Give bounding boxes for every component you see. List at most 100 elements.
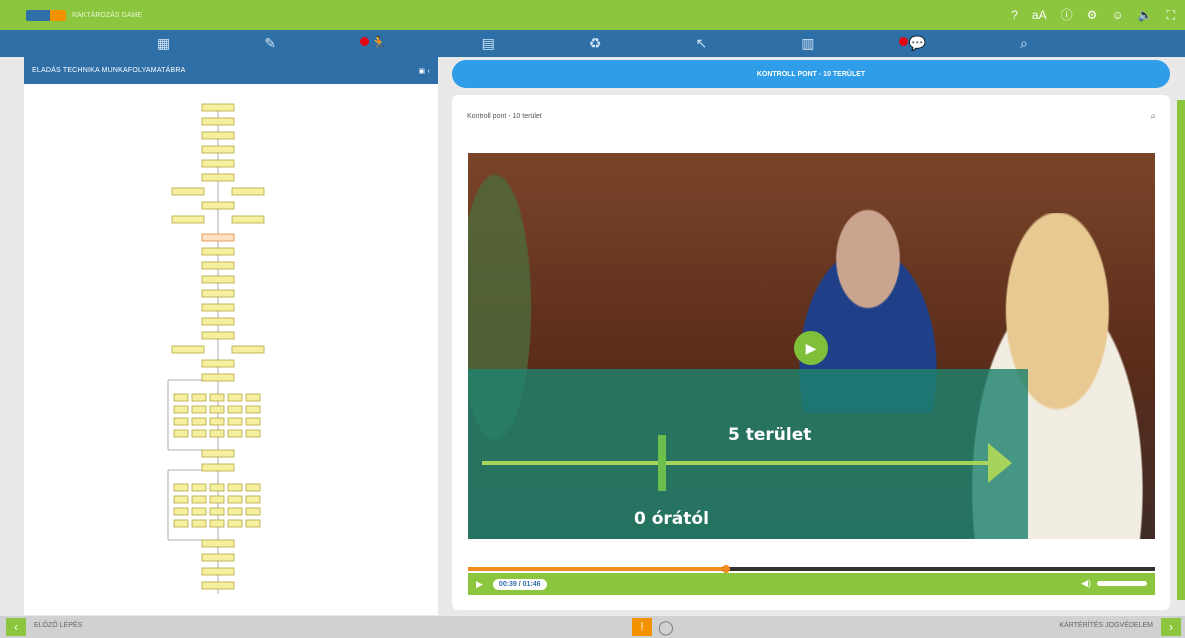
flowchart-node[interactable] [171, 187, 205, 196]
flowchart-node[interactable] [245, 519, 261, 528]
fullscreen-icon[interactable]: ⛶ [1167, 8, 1175, 22]
flowchart-node[interactable] [201, 539, 235, 548]
document-icon[interactable]: ▤ [482, 35, 495, 52]
flowchart-node[interactable] [231, 187, 265, 196]
flowchart-node[interactable] [227, 483, 243, 492]
flowchart-node[interactable] [201, 233, 235, 242]
user-icon[interactable]: ☺ [1111, 8, 1123, 22]
flowchart-node[interactable] [191, 393, 207, 402]
flowchart-node[interactable] [173, 429, 189, 438]
flowchart-node[interactable] [201, 145, 235, 154]
flowchart-node[interactable] [171, 215, 205, 224]
flowchart-node[interactable] [191, 483, 207, 492]
flowchart-node[interactable] [201, 159, 235, 168]
collapse-panel-icon[interactable]: ▣ ‹ [419, 67, 431, 75]
control-play-icon[interactable]: ▶ [476, 579, 483, 590]
recycle-icon[interactable]: ♻ [589, 35, 602, 52]
flowchart-node[interactable] [245, 405, 261, 414]
flowchart-node[interactable] [173, 405, 189, 414]
font-size-icon[interactable]: aA [1032, 8, 1047, 22]
flowchart-node[interactable] [191, 519, 207, 528]
video-player[interactable]: 5 terület 0 órától ▶ [468, 153, 1155, 539]
flowchart-node[interactable] [201, 103, 235, 112]
next-step-label[interactable]: KÁRTÉRÍTÉS JOGVÉDELEM [1059, 622, 1153, 629]
flowchart-node[interactable] [201, 173, 235, 182]
flowchart-node[interactable] [245, 507, 261, 516]
volume-slider[interactable] [1097, 581, 1147, 586]
flowchart-node[interactable] [227, 519, 243, 528]
flowchart-node[interactable] [227, 405, 243, 414]
flowchart-node[interactable] [201, 553, 235, 562]
scrollbar[interactable] [1177, 100, 1185, 600]
comment-icon[interactable]: ◯ [658, 619, 674, 636]
flowchart-node[interactable] [231, 215, 265, 224]
flowchart-node[interactable] [191, 495, 207, 504]
prev-step-button[interactable]: ‹ [6, 618, 26, 636]
flowchart-node[interactable] [227, 429, 243, 438]
flowchart-node[interactable] [201, 131, 235, 140]
flowchart-node[interactable] [201, 247, 235, 256]
edit-icon[interactable]: ✎ [264, 35, 276, 52]
flowchart-node[interactable] [227, 507, 243, 516]
zoom-icon[interactable]: ⌕ [1150, 111, 1156, 122]
flowchart-node[interactable] [209, 495, 225, 504]
flowchart-node[interactable] [245, 429, 261, 438]
flowchart-node[interactable] [209, 483, 225, 492]
flowchart-node[interactable] [201, 303, 235, 312]
runner-icon[interactable]: 🏃 [360, 35, 388, 52]
settings-icon[interactable]: ⚙ [1087, 8, 1098, 22]
flowchart-node[interactable] [191, 429, 207, 438]
flowchart-node[interactable] [227, 495, 243, 504]
flowchart-node[interactable] [173, 495, 189, 504]
flowchart-node[interactable] [201, 373, 235, 382]
flowchart-node[interactable] [173, 507, 189, 516]
flowchart-node[interactable] [201, 463, 235, 472]
cursor-icon[interactable]: ↖ [695, 35, 707, 52]
alert-icon[interactable]: ! [632, 618, 652, 636]
flowchart-node[interactable] [209, 519, 225, 528]
next-step-button[interactable]: › [1161, 618, 1181, 636]
flowchart-node[interactable] [201, 275, 235, 284]
chart-icon[interactable]: ▥ [801, 35, 814, 52]
prev-step-label[interactable]: ELŐZŐ LÉPÉS [34, 622, 82, 629]
flowchart-node[interactable] [201, 567, 235, 576]
flowchart-node[interactable] [191, 405, 207, 414]
flowchart-node[interactable] [201, 317, 235, 326]
flowchart-node[interactable] [173, 483, 189, 492]
flowchart-node[interactable] [201, 359, 235, 368]
flowchart-node[interactable] [209, 405, 225, 414]
info-icon[interactable]: ⓘ [1061, 8, 1073, 22]
play-icon[interactable]: ▶ [794, 331, 828, 365]
search-icon[interactable]: ⌕ [1020, 35, 1028, 52]
help-icon[interactable]: ? [1011, 8, 1018, 22]
video-progress-bar[interactable] [468, 565, 1155, 573]
volume-icon[interactable]: ◀) [1081, 578, 1091, 589]
flowchart-node[interactable] [191, 507, 207, 516]
sound-icon[interactable]: 🔈 [1138, 8, 1153, 22]
flowchart-node[interactable] [191, 417, 207, 426]
flowchart-node[interactable] [245, 483, 261, 492]
flowchart-node[interactable] [209, 417, 225, 426]
chat-icon[interactable]: 💬 [898, 35, 926, 52]
flowchart-node[interactable] [173, 393, 189, 402]
flowchart-node[interactable] [201, 449, 235, 458]
flowchart-diagram[interactable] [24, 84, 438, 615]
flowchart-node[interactable] [209, 429, 225, 438]
flowchart-node[interactable] [201, 331, 235, 340]
flowchart-node[interactable] [171, 345, 205, 354]
flowchart-node[interactable] [209, 393, 225, 402]
flowchart-node[interactable] [201, 289, 235, 298]
flowchart-node[interactable] [245, 393, 261, 402]
flowchart-node[interactable] [227, 393, 243, 402]
flowchart-node[interactable] [245, 417, 261, 426]
flowchart-node[interactable] [231, 345, 265, 354]
flowchart-node[interactable] [173, 417, 189, 426]
map-icon[interactable]: ▦ [157, 35, 170, 52]
flowchart-node[interactable] [227, 417, 243, 426]
flowchart-node[interactable] [245, 495, 261, 504]
flowchart-node[interactable] [201, 201, 235, 210]
flowchart-node[interactable] [209, 507, 225, 516]
flowchart-node[interactable] [201, 117, 235, 126]
flowchart-node[interactable] [173, 519, 189, 528]
flowchart-node[interactable] [201, 261, 235, 270]
